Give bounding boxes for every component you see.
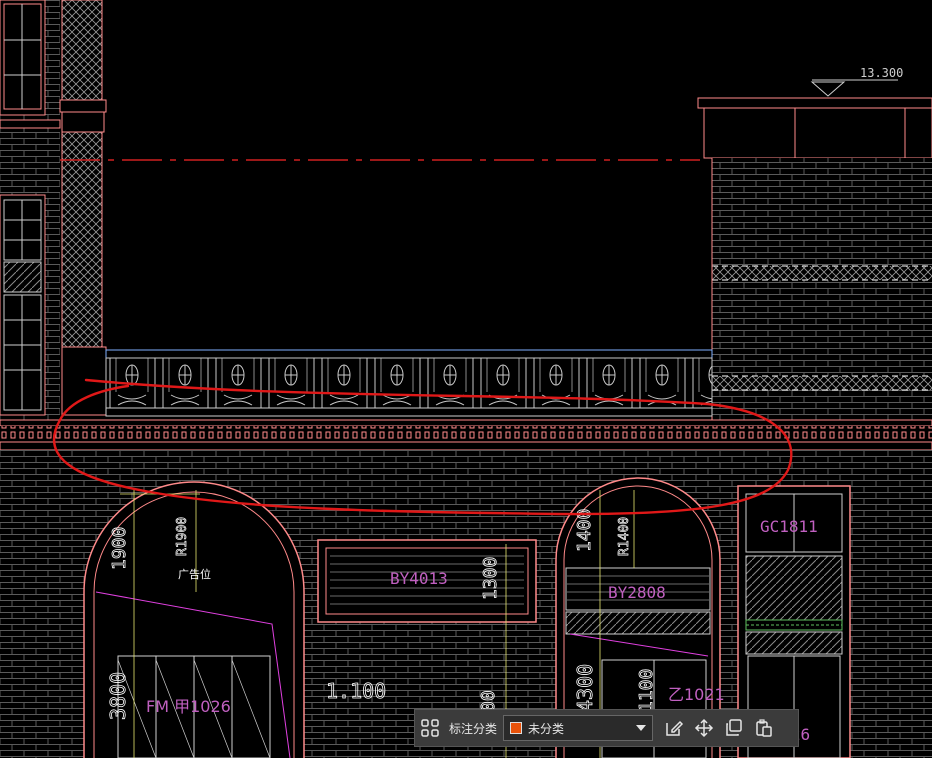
cornice-band — [0, 419, 932, 451]
dim-right-opening: 4300 — [573, 664, 597, 712]
dim-left-opening: 3800 — [106, 672, 130, 720]
elevation-text: 13.300 — [860, 66, 903, 80]
window-label-gc1811: GC1811 — [760, 517, 818, 536]
category-color-swatch — [510, 722, 523, 734]
door-label-left: FM 甲1026 — [146, 697, 231, 716]
dim-right-arch-radius: R1400 — [617, 517, 632, 556]
copy-icon — [726, 719, 742, 736]
copy-button[interactable] — [719, 713, 749, 743]
window-label-by2808: BY2808 — [608, 583, 666, 602]
grid-icon — [421, 719, 439, 737]
annotation-toolbar: 标注分类 未分类 — [414, 709, 799, 747]
paste-button[interactable] — [749, 713, 779, 743]
grid-button[interactable] — [415, 713, 445, 743]
category-label: 标注分类 — [449, 721, 498, 736]
dim-left-arch-radius: R1900 — [175, 517, 190, 556]
category-select-value: 未分类 — [528, 721, 565, 736]
move-icon — [694, 718, 714, 738]
dim-left-arch-height: 1900 — [109, 527, 130, 570]
edit-icon — [666, 720, 684, 736]
window-label-by4013: BY4013 — [390, 569, 448, 588]
cad-drawing-canvas[interactable]: 13.300 1900 R1900 广告位 3800 FM 甲1026 BY40… — [0, 0, 932, 758]
balcony-railing — [105, 349, 713, 417]
category-select[interactable]: 未分类 — [503, 715, 654, 741]
chevron-down-icon — [636, 725, 647, 731]
dim-1100: 1100 — [636, 669, 657, 712]
level-mark: 1.100 — [326, 679, 386, 703]
left-arch-opening: 1900 R1900 广告位 3800 FM 甲1026 — [83, 481, 305, 758]
left-building — [0, 0, 107, 420]
door-label-right-partial: 乙1021 — [668, 685, 725, 704]
paste-icon — [756, 719, 772, 737]
move-button[interactable] — [689, 713, 719, 743]
dim-1300: 1300 — [480, 557, 501, 600]
edit-button[interactable] — [659, 713, 689, 743]
right-building — [697, 97, 932, 420]
ad-space-label: 广告位 — [178, 567, 211, 581]
